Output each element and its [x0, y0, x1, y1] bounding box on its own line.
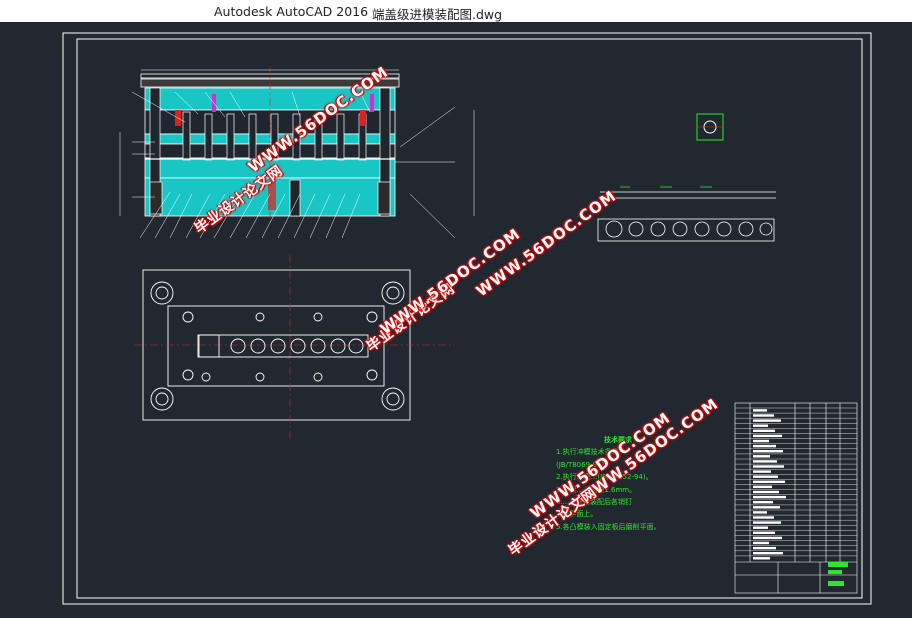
parts-list-row-text: [753, 475, 778, 478]
parts-list-row-text: [753, 536, 782, 540]
parts-list-row-text: [753, 429, 775, 432]
parts-list-row-text: [753, 546, 776, 550]
parts-list-row-text: [753, 557, 770, 560]
parts-list-row-text: [753, 460, 777, 463]
parts-list-row-text: [753, 495, 786, 499]
parts-list-row-text: [753, 552, 783, 555]
cad-drawing: [62, 32, 872, 605]
parts-list-row-text: [753, 414, 774, 417]
app-name: Autodesk AutoCAD 2016: [214, 4, 369, 19]
parts-list-row-text: [753, 490, 779, 494]
parts-list-row-text: [753, 526, 768, 529]
parts-list-row-text: [753, 501, 773, 504]
plan-view: [134, 255, 455, 440]
parts-list-row-text: [753, 470, 771, 473]
parts-list-row-text: [753, 439, 769, 443]
part-detail: [696, 113, 724, 141]
parts-list-row-text: [753, 434, 782, 438]
parts-list-row-text: [753, 521, 781, 524]
parts-list-row-text: [753, 506, 780, 509]
parts-list-row-text: [753, 516, 774, 519]
parts-list-row-text: [753, 531, 775, 534]
parts-list-row-text: [753, 541, 769, 545]
front-section-view: [119, 66, 475, 239]
parts-list-row-text: [753, 465, 784, 468]
parts-list-row-text: [753, 419, 781, 422]
tech-item: 5.各凸模装入固定板后磨削平面。: [556, 522, 661, 531]
parts-list-row-text: [753, 444, 776, 448]
parts-list-row-text: [753, 450, 783, 453]
parts-list-row-text: [753, 455, 770, 458]
drawing-canvas[interactable]: 技术要求 1.执行冲模技术条件 (JB/T8069-95)。 2.执行冲模...…: [0, 22, 912, 618]
title-bar: Autodesk AutoCAD 2016 端盖级进模装配图.dwg: [0, 0, 912, 22]
parts-list-row-text: [753, 511, 767, 514]
file-name: 端盖级进模装配图.dwg: [372, 7, 503, 22]
strip-layout: [597, 186, 776, 242]
parts-list-row-text: [753, 424, 768, 427]
parts-list-row-text: [753, 480, 785, 483]
parts-list-rows: [735, 407, 857, 560]
parts-list-row-text: [753, 409, 767, 412]
parts-list-row-text: [753, 485, 772, 489]
